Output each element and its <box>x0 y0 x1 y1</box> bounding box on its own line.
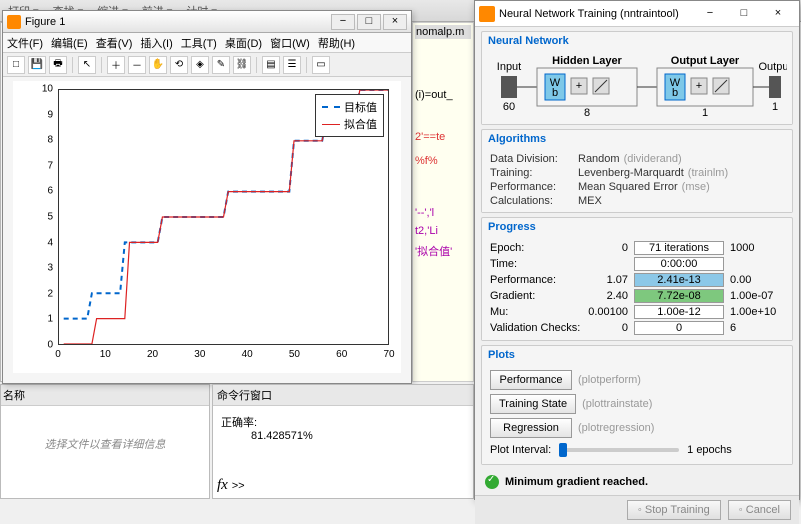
progress-row: Mu:0.001001.00e-121.00e+10 <box>490 304 784 320</box>
progress-row: Epoch:071 iterations1000 <box>490 240 784 256</box>
svg-text:Input: Input <box>497 61 521 73</box>
editor-fragment: nomalp.m (i)=out_ 2'==te %f% '--','l t2,… <box>412 22 474 382</box>
zoomin-icon[interactable]: ＋ <box>107 56 125 74</box>
matlab-icon <box>7 15 21 29</box>
svg-text:Output: Output <box>758 61 787 73</box>
minimize-button[interactable]: − <box>693 4 727 24</box>
check-icon <box>485 475 499 489</box>
svg-text:Hidden Layer: Hidden Layer <box>552 55 622 67</box>
figure-titlebar[interactable]: Figure 1 − □ × <box>3 11 411 33</box>
maximize-button[interactable]: □ <box>727 4 761 24</box>
svg-text:8: 8 <box>584 107 590 119</box>
nn-progress-section: Progress Epoch:071 iterations1000Time:0:… <box>481 217 793 341</box>
plot-area[interactable]: 目标值 拟合值 <box>58 89 389 345</box>
plot-interval: Plot Interval:1 epochs <box>490 440 784 460</box>
menu-item[interactable]: 帮助(H) <box>318 35 355 51</box>
nn-status: Minimum gradient reached. <box>475 469 799 495</box>
svg-text:b: b <box>552 87 558 99</box>
plot-button[interactable]: Performance <box>490 370 572 390</box>
legend[interactable]: 目标值 拟合值 <box>315 94 384 137</box>
svg-text:+: + <box>576 80 582 92</box>
hide-icon[interactable]: ▭ <box>312 56 330 74</box>
close-button[interactable]: × <box>383 14 407 30</box>
legend-icon[interactable]: ☰ <box>283 56 301 74</box>
progress-row: Time:0:00:00 <box>490 256 784 272</box>
brush-icon[interactable]: ✎ <box>212 56 230 74</box>
network-svg: Input 60 Hidden Layer W b + 8 Output Lay… <box>487 52 787 122</box>
zoomout-icon[interactable]: － <box>128 56 146 74</box>
svg-text:+: + <box>696 80 702 92</box>
command-window[interactable]: 命令行窗口 正确率: 81.428571% fx >> <box>212 384 474 499</box>
alg-row: Calculations:MEX <box>490 194 784 208</box>
workspace-header: 名称 <box>1 385 209 406</box>
matlab-icon <box>479 6 495 22</box>
menu-item[interactable]: 桌面(D) <box>225 35 262 51</box>
chart-axes[interactable]: 012345678910 010203040506070 目标值 拟合值 <box>13 81 401 373</box>
figure-toolbar: □ 💾 🖶 ↖ ＋ － ✋ ⟲ ◈ ✎ ⛓ ▤ ☰ ▭ <box>3 53 411 77</box>
y-axis: 012345678910 <box>13 89 57 345</box>
figure-window: Figure 1 − □ × 文件(F) 编辑(E) 查看(V) 插入(I) 工具(T)… <box>2 10 412 384</box>
nn-algorithms-section: Algorithms Data Division:Random(dividera… <box>481 129 793 213</box>
link-icon[interactable]: ⛓ <box>233 56 251 74</box>
workspace-pane: 名称 选择文件以查看详细信息 <box>0 384 210 499</box>
alg-row: Training:Levenberg-Marquardt(trainlm) <box>490 166 784 180</box>
x-axis: 010203040506070 <box>58 347 389 373</box>
svg-text:Output Layer: Output Layer <box>671 55 740 67</box>
plot-interval-slider[interactable] <box>559 448 679 452</box>
nn-titlebar[interactable]: Neural Network Training (nntraintool) − … <box>475 1 799 27</box>
pan-icon[interactable]: ✋ <box>149 56 167 74</box>
legend-swatch-target <box>322 106 340 108</box>
legend-swatch-fit <box>322 124 340 125</box>
progress-row: Gradient:2.407.72e-081.00e-07 <box>490 288 784 304</box>
command-output: 正确率: 81.428571% <box>213 406 473 450</box>
maximize-button[interactable]: □ <box>357 14 381 30</box>
nntraintool-window: Neural Network Training (nntraintool) − … <box>474 0 800 500</box>
progress-row: Performance:1.072.41e-130.00 <box>490 272 784 288</box>
datacursor-icon[interactable]: ◈ <box>191 56 209 74</box>
close-button[interactable]: × <box>761 4 795 24</box>
nn-plots-section: Plots Performance(plotperform)Training S… <box>481 345 793 465</box>
command-header: 命令行窗口 <box>213 385 473 406</box>
svg-text:1: 1 <box>772 101 778 113</box>
network-diagram: Input 60 Hidden Layer W b + 8 Output Lay… <box>482 50 792 124</box>
workspace-tip: 选择文件以查看详细信息 <box>5 436 205 452</box>
menu-item[interactable]: 编辑(E) <box>51 35 88 51</box>
save-icon[interactable]: 💾 <box>28 56 46 74</box>
plot-button[interactable]: Training State <box>490 394 576 414</box>
cancel-button[interactable]: ◦ Cancel <box>728 500 791 520</box>
stop-training-button[interactable]: ◦ Stop Training <box>627 500 721 520</box>
alg-row: Performance:Mean Squared Error(mse) <box>490 180 784 194</box>
plot-button[interactable]: Regression <box>490 418 572 438</box>
alg-row: Data Division:Random(dividerand) <box>490 152 784 166</box>
svg-text:60: 60 <box>503 101 515 113</box>
rotate-icon[interactable]: ⟲ <box>170 56 188 74</box>
figure-menubar: 文件(F) 编辑(E) 查看(V) 插入(I) 工具(T) 桌面(D) 窗口(W) 帮助(H) <box>3 33 411 53</box>
menu-item[interactable]: 文件(F) <box>7 35 43 51</box>
fx-icon[interactable]: fx >> <box>217 477 244 494</box>
print-icon[interactable]: 🖶 <box>49 56 67 74</box>
figure-title: Figure 1 <box>25 16 65 28</box>
minimize-button[interactable]: − <box>331 14 355 30</box>
progress-row: Validation Checks:006 <box>490 320 784 336</box>
menu-item[interactable]: 插入(I) <box>140 35 172 51</box>
nn-button-row: ◦ Stop Training ◦ Cancel <box>475 495 799 524</box>
menu-item[interactable]: 查看(V) <box>96 35 133 51</box>
editor-tab[interactable]: nomalp.m <box>415 25 471 39</box>
colorbar-icon[interactable]: ▤ <box>262 56 280 74</box>
nn-title: Neural Network Training (nntraintool) <box>499 8 679 20</box>
svg-text:b: b <box>672 87 678 99</box>
menu-item[interactable]: 工具(T) <box>181 35 217 51</box>
svg-text:1: 1 <box>702 107 708 119</box>
new-icon[interactable]: □ <box>7 56 25 74</box>
nn-network-section: Neural Network Input 60 Hidden Layer W b… <box>481 31 793 125</box>
menu-item[interactable]: 窗口(W) <box>270 35 310 51</box>
pointer-icon[interactable]: ↖ <box>78 56 96 74</box>
